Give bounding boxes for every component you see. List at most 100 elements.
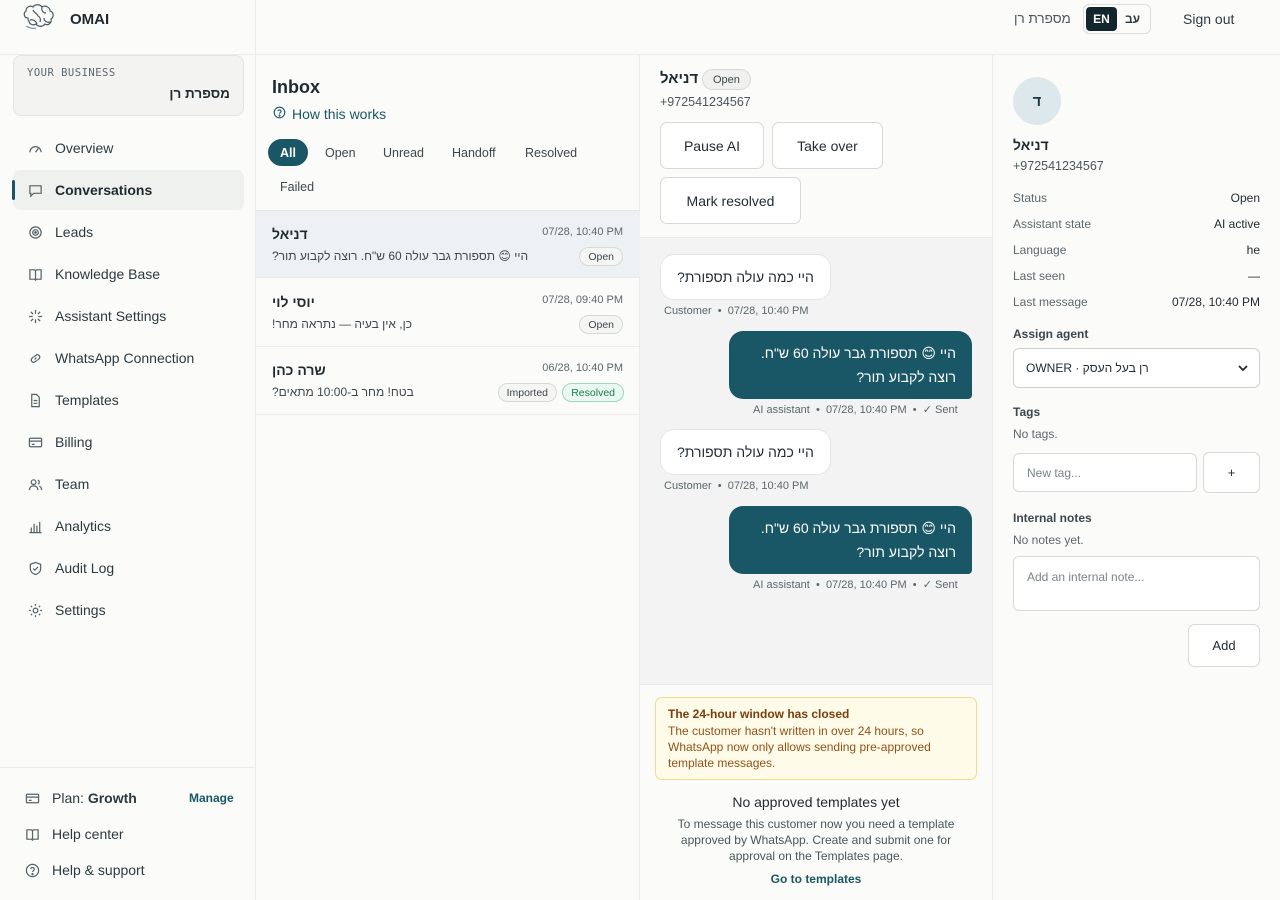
mark-resolved-button[interactable]: Mark resolved — [660, 177, 801, 224]
status-badge: Open — [579, 247, 623, 266]
field-value: he — [1246, 243, 1260, 257]
inbox-panel: Inbox How this works All Open Unread Han… — [256, 55, 640, 900]
assign-agent-select[interactable]: רן בעל העסק · OWNER — [1013, 348, 1260, 388]
message-sender: Customer — [664, 480, 712, 492]
sidebar-item-label: Billing — [55, 434, 93, 450]
target-icon — [27, 224, 43, 240]
conversation-name: שרה כהן — [272, 362, 326, 378]
contact-phone: +972541234567 — [660, 95, 751, 109]
message-meta: AI assistant • 07/28, 10:40 PM • ✓ Sent — [753, 579, 958, 591]
sidebar-item-label: Conversations — [55, 182, 153, 198]
conversation-row[interactable]: שרה כהן 06/28, 10:40 PM בטח! מחר ב-10:00… — [256, 347, 640, 415]
field-label: Assistant state — [1013, 217, 1092, 231]
how-this-works-label: How this works — [292, 106, 387, 122]
field-label: Last seen — [1013, 269, 1066, 283]
details-name: דניאל — [1013, 137, 1049, 153]
conversation-status-badge: Open — [702, 69, 751, 90]
message-line: רוצה לקבוע תור? — [856, 544, 956, 560]
assistant-message-bubble: היי 😊 תספורת גבר עולה 60 ש"ח. רוצה לקבוע… — [729, 506, 972, 574]
message-sender: AI assistant — [753, 579, 810, 591]
sidebar-item-knowledge-base[interactable]: Knowledge Base — [13, 254, 244, 294]
help-support-link[interactable]: Help & support — [24, 860, 145, 880]
sidebar-item-label: Leads — [55, 224, 94, 240]
no-templates-title: No approved templates yet — [732, 794, 900, 810]
conversation-preview: היי 😊 תספורת גבר עולה 60 ש"ח. רוצה לקבוע… — [272, 249, 529, 263]
language-en-button[interactable]: EN — [1086, 7, 1117, 31]
users-icon — [27, 476, 43, 492]
add-tag-button[interactable]: + — [1203, 452, 1260, 493]
window-closed-notice: The 24-hour window has closed The custom… — [655, 697, 977, 780]
go-to-templates-link[interactable]: Go to templates — [640, 872, 992, 886]
field-value: AI active — [1213, 217, 1260, 231]
contact-name: דניאל — [660, 70, 699, 87]
take-over-button[interactable]: Take over — [772, 122, 883, 169]
business-card[interactable]: YOUR BUSINESS מספרת רן — [13, 55, 244, 116]
sidebar-item-leads[interactable]: Leads — [13, 212, 244, 252]
filter-handoff[interactable]: Handoff — [440, 139, 508, 166]
filter-open[interactable]: Open — [313, 139, 368, 166]
message-time: 07/28, 10:40 PM — [727, 305, 809, 317]
pause-ai-button[interactable]: Pause AI — [660, 122, 764, 169]
field-label: Last message — [1013, 295, 1088, 309]
tags-label: Tags — [1013, 405, 1041, 419]
field-value: — — [1248, 269, 1260, 283]
filter-resolved[interactable]: Resolved — [513, 139, 589, 166]
sidebar-item-overview[interactable]: Overview — [13, 128, 244, 168]
question-circle-icon — [273, 106, 286, 122]
book-icon — [24, 826, 40, 842]
chat-header: דניאל Open +972541234567 Pause AI Take o… — [640, 55, 992, 238]
language-he-button[interactable]: עב — [1117, 7, 1148, 31]
conversation-preview: בטח! מחר ב-10:00 מתאים? — [272, 385, 414, 399]
internal-note-input[interactable]: Add an internal note... — [1013, 556, 1260, 611]
conversation-row[interactable]: יוסי לוי 07/28, 09:40 PM כן, אין בעיה — … — [256, 279, 640, 347]
sidebar-item-billing[interactable]: Billing — [13, 422, 244, 462]
manage-plan-link[interactable]: Manage — [189, 791, 234, 805]
sidebar-item-whatsapp-connection[interactable]: WhatsApp Connection — [13, 338, 244, 378]
sidebar-item-assistant-settings[interactable]: Assistant Settings — [13, 296, 244, 336]
conversation-name: יוסי לוי — [272, 294, 315, 310]
sidebar-item-audit-log[interactable]: Audit Log — [13, 548, 244, 588]
help-center-link[interactable]: Help center — [24, 824, 124, 844]
how-this-works-link[interactable]: How this works — [273, 106, 386, 122]
notice-title: The 24-hour window has closed — [668, 707, 850, 721]
field-label: Language — [1013, 243, 1067, 257]
help-center-label: Help center — [52, 826, 124, 842]
details-phone: +972541234567 — [1013, 159, 1104, 173]
app-name: OMAI — [70, 10, 110, 28]
chat-panel: דניאל Open +972541234567 Pause AI Take o… — [640, 55, 993, 900]
assistant-message-bubble: היי 😊 תספורת גבר עולה 60 ש"ח. רוצה לקבוע… — [729, 331, 972, 399]
sidebar-item-analytics[interactable]: Analytics — [13, 506, 244, 546]
sidebar-item-label: Settings — [55, 602, 106, 618]
new-tag-input[interactable]: New tag... — [1013, 453, 1197, 492]
language-toggle: EN עב — [1083, 4, 1151, 34]
sidebar-item-team[interactable]: Team — [13, 464, 244, 504]
business-name: מספרת רן — [169, 86, 230, 101]
sidebar-item-conversations[interactable]: Conversations — [12, 170, 244, 210]
link-icon — [27, 350, 43, 366]
plan-prefix: Plan: — [52, 790, 84, 806]
message-sender: Customer — [664, 305, 712, 317]
sidebar-item-settings[interactable]: Settings — [13, 590, 244, 630]
assign-agent-value: רן בעל העסק · OWNER — [1026, 361, 1149, 375]
no-templates-body: To message this customer now you need a … — [677, 817, 955, 863]
filter-unread[interactable]: Unread — [371, 139, 436, 166]
sign-out-button[interactable]: Sign out — [1183, 11, 1234, 27]
brand[interactable]: OMAI — [20, 3, 109, 35]
filter-all[interactable]: All — [268, 139, 308, 166]
shield-icon — [27, 560, 43, 576]
sidebar-item-templates[interactable]: Templates — [13, 380, 244, 420]
message-time: 07/28, 10:40 PM — [825, 579, 907, 591]
conversation-time: 07/28, 09:40 PM — [542, 294, 623, 306]
sidebar-item-label: WhatsApp Connection — [55, 350, 195, 366]
customer-message-bubble: היי כמה עולה תספורת? — [660, 254, 831, 300]
check-icon: ✓ — [922, 404, 932, 416]
add-note-button[interactable]: Add — [1188, 624, 1260, 667]
conversation-preview: כן, אין בעיה — נתראה מחר! — [272, 317, 412, 331]
imported-badge: Imported — [497, 383, 557, 402]
chevron-down-icon — [1237, 362, 1249, 374]
filter-failed[interactable]: Failed — [268, 173, 326, 200]
conversation-name: דניאל — [272, 226, 308, 242]
conversation-row[interactable]: דניאל 07/28, 10:40 PM היי 😊 תספורת גבר ע… — [256, 210, 640, 278]
gear-icon — [27, 602, 43, 618]
contact-details-panel: ד דניאל +972541234567 Status Open Assist… — [993, 55, 1280, 900]
